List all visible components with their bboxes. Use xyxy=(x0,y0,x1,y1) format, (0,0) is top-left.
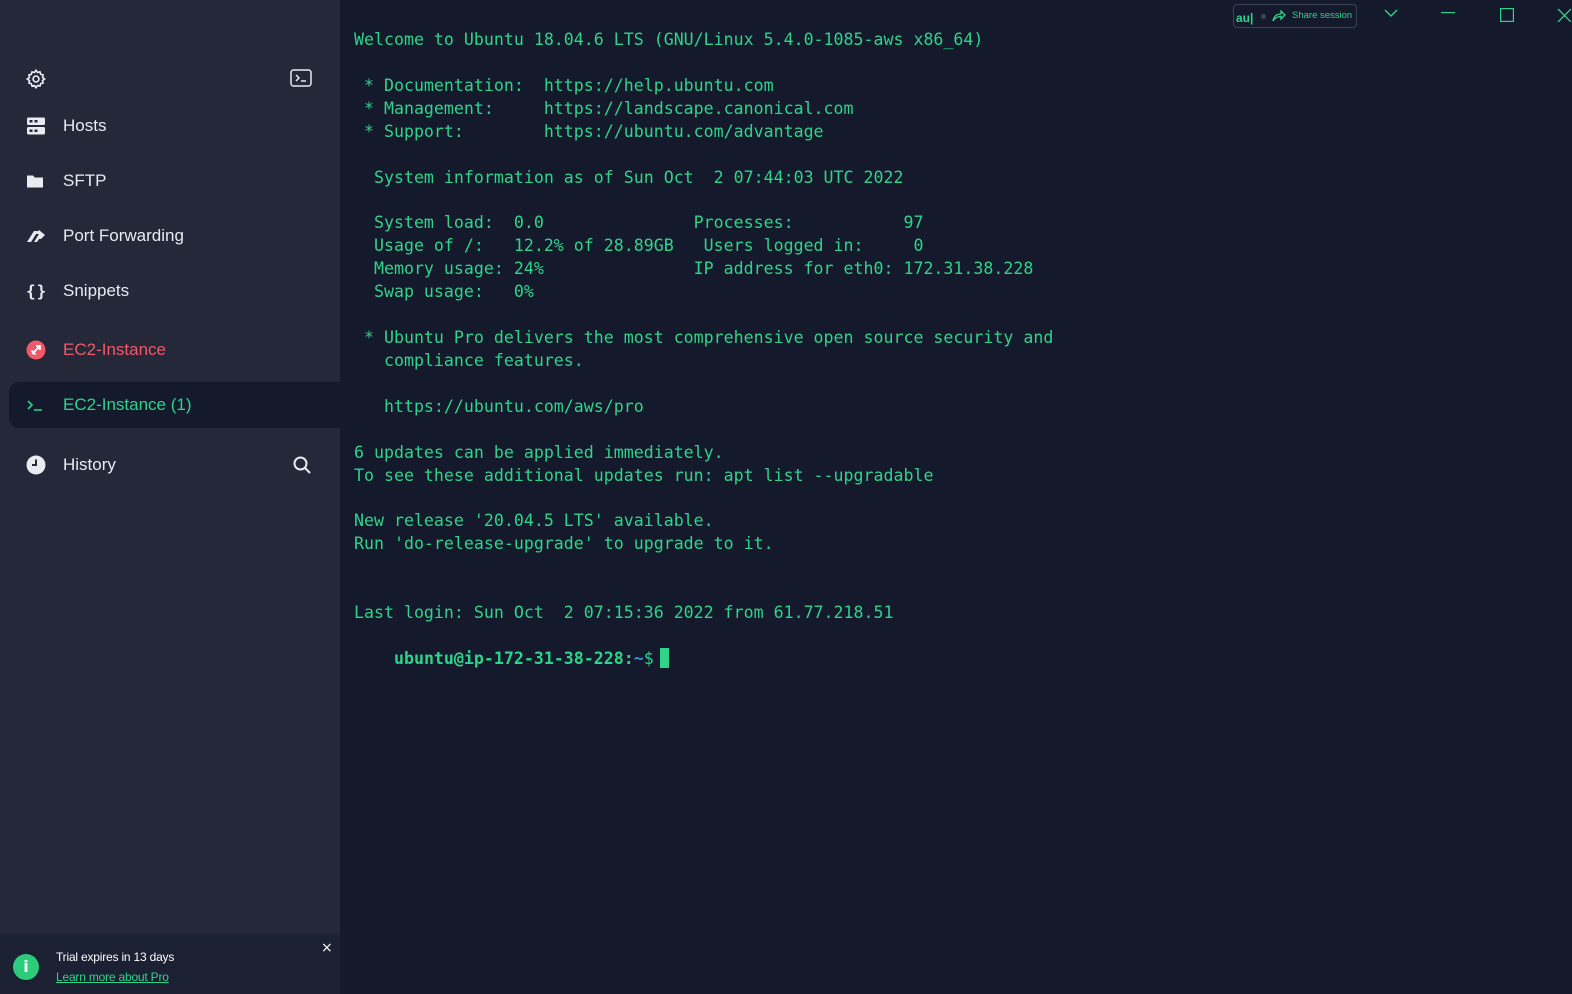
braces-icon: {} xyxy=(26,281,48,301)
chevron-down-icon[interactable] xyxy=(1384,8,1398,18)
share-session-button[interactable]: au| Share session xyxy=(1233,4,1357,28)
sidebar-item-label: Port Forwarding xyxy=(63,226,184,245)
sidebar-top-row xyxy=(0,60,340,96)
trial-text: Trial expires in 13 days xyxy=(56,950,175,964)
sidebar-item-label: Snippets xyxy=(63,281,130,300)
host-error-icon xyxy=(26,340,46,360)
sidebar-item-port-forwarding[interactable]: Port Forwarding xyxy=(9,213,340,259)
sidebar-item-label: EC2-Instance (1) xyxy=(63,395,192,414)
gear-icon[interactable] xyxy=(25,68,47,90)
search-icon[interactable] xyxy=(292,455,312,475)
sidebar-item-sftp[interactable]: SFTP xyxy=(9,158,340,204)
prompt-icon xyxy=(27,400,42,411)
folder-icon xyxy=(27,175,43,188)
share-session-label: Share session xyxy=(1292,10,1353,21)
sidebar: Hosts SFTP Port Forwarding {} Snippets E… xyxy=(0,0,340,994)
sidebar-item-label: EC2-Instance xyxy=(63,340,166,359)
learn-more-link[interactable]: Learn more about Pro xyxy=(56,970,169,984)
sidebar-item-label: Hosts xyxy=(63,116,107,135)
server-icon xyxy=(27,117,45,135)
prompt-user: ubuntu@ip-172-31-38-228: xyxy=(393,648,634,668)
close-icon[interactable] xyxy=(1557,8,1571,22)
sidebar-item-hosts[interactable]: Hosts xyxy=(9,103,340,149)
terminal-output: Welcome to Ubuntu 18.04.6 LTS (GNU/Linux… xyxy=(354,30,1054,623)
info-icon: i xyxy=(13,954,39,980)
sidebar-item-label: SFTP xyxy=(63,171,107,190)
prompt-symbol: $ xyxy=(643,648,654,668)
sidebar-item-history[interactable]: History xyxy=(9,442,340,488)
dot-icon xyxy=(1261,14,1266,19)
maximize-icon[interactable] xyxy=(1500,8,1514,22)
minimize-icon[interactable] xyxy=(1441,12,1455,14)
clock-icon xyxy=(26,455,46,475)
terminal-prompt[interactable]: ubuntu@ip-172-31-38-228:~$ xyxy=(354,625,669,694)
port-forwarding-icon xyxy=(27,230,45,242)
sidebar-item-snippets[interactable]: {} Snippets xyxy=(9,268,340,314)
prompt-path: ~ xyxy=(633,648,644,668)
terminal-cursor xyxy=(659,647,669,668)
close-trial-button[interactable]: × xyxy=(321,940,333,956)
share-arrow-icon xyxy=(1272,10,1286,22)
terminal-pane[interactable]: Welcome to Ubuntu 18.04.6 LTS (GNU/Linux… xyxy=(340,0,1572,994)
terminal-icon[interactable] xyxy=(290,69,312,87)
sidebar-item-ec2-instance-1[interactable]: EC2-Instance (1) xyxy=(9,382,340,428)
trial-banner: i Trial expires in 13 days Learn more ab… xyxy=(0,934,340,994)
session-badge: au| xyxy=(1236,11,1254,25)
sidebar-item-label: History xyxy=(63,455,116,474)
sidebar-item-ec2-instance[interactable]: EC2-Instance xyxy=(9,327,340,373)
